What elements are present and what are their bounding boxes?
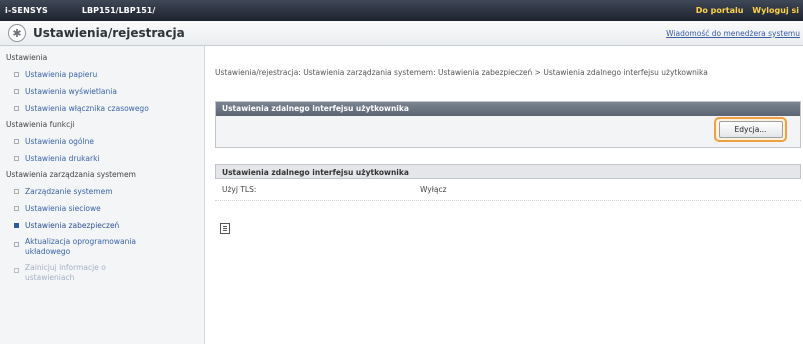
sidebar-item-printer[interactable]: Ustawienia drukarki [0, 150, 204, 167]
sidebar-item-timer[interactable]: Ustawienia włącznika czasowego [0, 100, 204, 117]
top-links: Do portalu Wyloguj si [690, 6, 799, 15]
sidebar-item-label: Aktualizacja oprogramowania układowego [25, 237, 137, 256]
document-icon[interactable] [220, 223, 230, 234]
sidebar-item-label: Ustawienia drukarki [25, 154, 100, 163]
sidebar-item-firmware-update[interactable]: Aktualizacja oprogramowania układowego [0, 234, 204, 260]
bullet-icon [14, 139, 19, 144]
sidebar-item-label: Ustawienia ogólne [25, 137, 94, 146]
device-model: LBP151/LBP151/ [81, 6, 156, 15]
bullet-icon [14, 106, 19, 111]
sidebar: Ustawienia Ustawienia papieru Ustawienia… [0, 46, 205, 344]
top-bar: i-SENSYS LBP151/LBP151/ Do portalu Wylog… [0, 0, 803, 21]
breadcrumb: Ustawienia/rejestracja: Ustawienia zarzą… [215, 68, 708, 77]
sidebar-group-functions: Ustawienia funkcji [6, 120, 75, 129]
bullet-icon [14, 72, 19, 77]
bullet-icon [14, 242, 19, 247]
sidebar-item-network[interactable]: Ustawienia sieciowe [0, 200, 204, 217]
bullet-icon [14, 223, 19, 228]
sidebar-item-initialize-settings[interactable]: Zainicjuj informacje o ustawieniach [0, 260, 204, 286]
edit-button[interactable]: Edycja... [718, 121, 783, 138]
sidebar-item-label: Ustawienia zabezpieczeń [25, 221, 120, 230]
sidebar-item-paper[interactable]: Ustawienia papieru [0, 66, 204, 83]
tls-setting-row: Użyj TLS: Wyłącz [215, 179, 801, 201]
sidebar-group-settings: Ustawienia [6, 53, 48, 62]
title-bar: ✱ Ustawienia/rejestracja Wiadomość do me… [0, 21, 803, 46]
sidebar-item-display[interactable]: Ustawienia wyświetlania [0, 83, 204, 100]
sidebar-item-general[interactable]: Ustawienia ogólne [0, 133, 204, 150]
settings-icon: ✱ [8, 24, 26, 42]
sidebar-item-system-management[interactable]: Zarządzanie systemem [0, 183, 204, 200]
sidebar-item-label: Zainicjuj informacje o ustawieniach [25, 263, 106, 282]
sidebar-item-label: Ustawienia sieciowe [25, 204, 101, 213]
main-content: Ustawienia/rejestracja: Ustawienia zarzą… [206, 46, 803, 344]
sidebar-item-label: Zarządzanie systemem [25, 187, 113, 196]
sidebar-item-security[interactable]: Ustawienia zabezpieczeń [0, 217, 204, 234]
logout-link[interactable]: Wyloguj si [752, 6, 799, 15]
sidebar-item-label: Ustawienia wyświetlania [25, 87, 117, 96]
bullet-icon [14, 206, 19, 211]
brand-name: i-SENSYS [5, 6, 48, 15]
bullet-icon [14, 268, 19, 273]
tls-label: Użyj TLS: [222, 185, 257, 194]
sidebar-item-label: Ustawienia papieru [25, 70, 98, 79]
bullet-icon [14, 189, 19, 194]
admin-message-link[interactable]: Wiadomość do menedżera systemu [666, 29, 800, 38]
remote-ui-settings-section: Ustawienia zdalnego interfejsu użytkowni… [215, 164, 801, 201]
sidebar-group-system: Ustawienia zarządzania systemem [6, 170, 136, 179]
panel-title: Ustawienia zdalnego interfejsu użytkowni… [216, 102, 800, 116]
bullet-icon [14, 89, 19, 94]
page-title: Ustawienia/rejestracja [33, 26, 185, 40]
edit-button-highlight: Edycja... [714, 117, 787, 142]
sidebar-item-label: Ustawienia włącznika czasowego [25, 104, 149, 113]
bullet-icon [14, 156, 19, 161]
portal-link[interactable]: Do portalu [696, 6, 744, 15]
section-title: Ustawienia zdalnego interfejsu użytkowni… [215, 164, 801, 179]
tls-value: Wyłącz [420, 185, 447, 194]
